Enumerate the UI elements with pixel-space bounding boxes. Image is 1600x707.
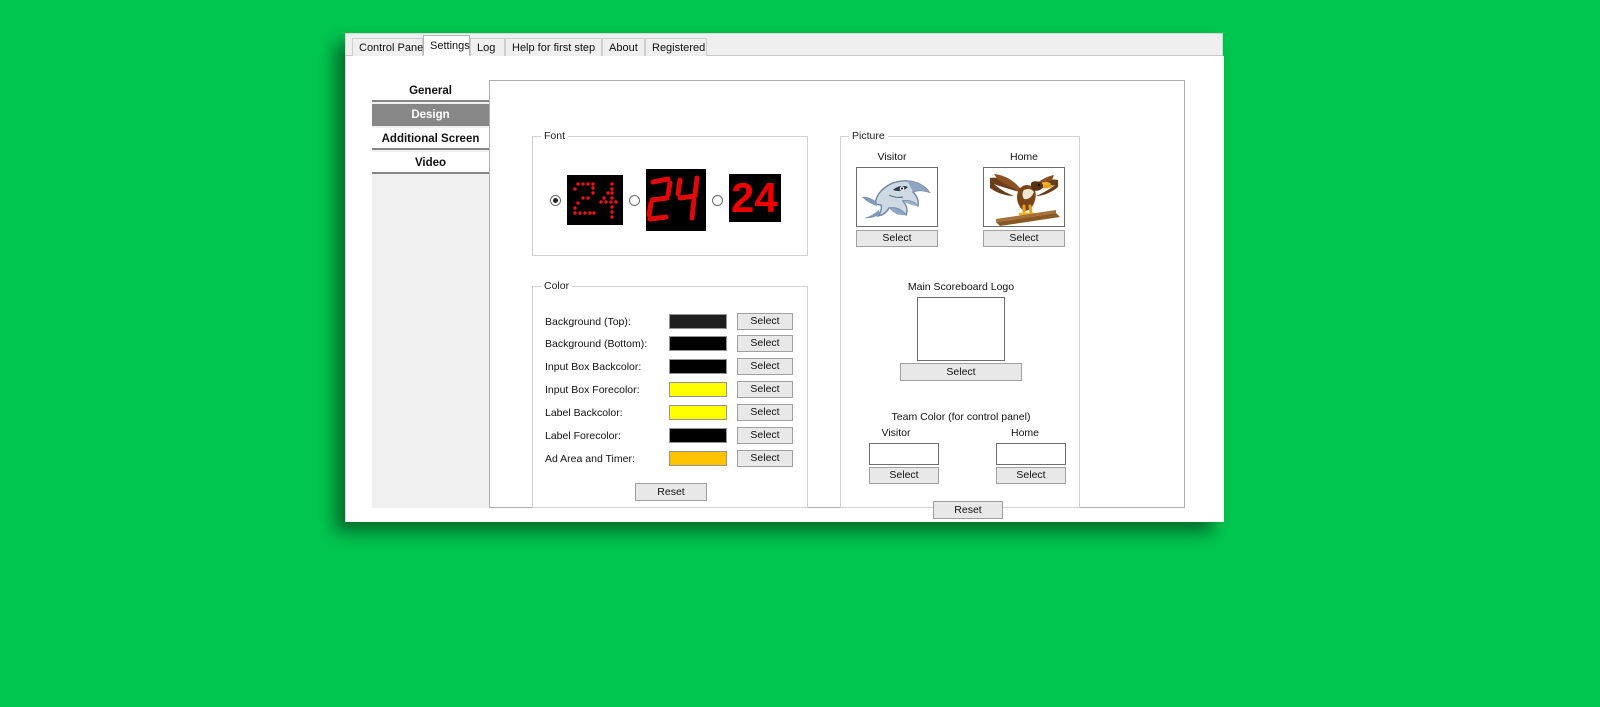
- plain-24-glyph: 24: [731, 176, 778, 220]
- picture-group-label: Picture: [849, 130, 888, 142]
- tab-registered[interactable]: Registered: [645, 38, 707, 56]
- color-swatch-background-top[interactable]: [669, 314, 727, 329]
- settings-sidebar: General Design Additional Screen Video: [372, 80, 489, 508]
- main-scoreboard-logo-select-button[interactable]: Select: [900, 363, 1022, 381]
- color-label: Label Forecolor:: [545, 427, 621, 445]
- color-swatch-ad-area-and-timer[interactable]: [669, 451, 727, 466]
- tab-log[interactable]: Log: [470, 38, 505, 56]
- home-picture-box[interactable]: [983, 167, 1065, 227]
- color-swatch-label-forecolor[interactable]: [669, 428, 727, 443]
- color-swatch-input-box-backcolor[interactable]: [669, 359, 727, 374]
- team-color-visitor-swatch[interactable]: [869, 443, 939, 465]
- color-label: Label Backcolor:: [545, 404, 623, 422]
- font-option-plain-radio[interactable]: [712, 195, 723, 206]
- font-option-dot-matrix-radio[interactable]: [550, 195, 561, 206]
- app-window: Control Panel Settings Log Help for firs…: [345, 33, 1223, 522]
- tab-bar: Control Panel Settings Log Help for firs…: [346, 34, 1222, 56]
- tab-about[interactable]: About: [602, 38, 645, 56]
- color-row-ad-area-and-timer: Ad Area and Timer: Select: [545, 450, 797, 468]
- color-label: Input Box Forecolor:: [545, 381, 640, 399]
- select-button-background-bottom[interactable]: Select: [737, 335, 793, 352]
- home-picture-select-button[interactable]: Select: [983, 230, 1065, 247]
- visitor-picture-caption: Visitor: [851, 151, 933, 163]
- team-color-home-swatch[interactable]: [996, 443, 1066, 465]
- select-button-label-backcolor[interactable]: Select: [737, 404, 793, 421]
- color-swatch-background-bottom[interactable]: [669, 336, 727, 351]
- font-group: Font: [532, 136, 808, 256]
- picture-group: Picture Visitor: [840, 136, 1080, 508]
- color-swatch-label-backcolor[interactable]: [669, 405, 727, 420]
- color-group: Color Background (Top): Select Backgroun…: [532, 286, 808, 508]
- tab-help-for-first-step[interactable]: Help for first step: [505, 38, 602, 56]
- select-button-ad-area-and-timer[interactable]: Select: [737, 450, 793, 467]
- font-group-label: Font: [541, 130, 568, 142]
- color-row-label-forecolor: Label Forecolor: Select: [545, 427, 797, 445]
- select-button-input-box-backcolor[interactable]: Select: [737, 358, 793, 375]
- eagle-logo-icon: [984, 168, 1064, 226]
- main-scoreboard-logo-box[interactable]: [917, 297, 1005, 361]
- color-label: Background (Top):: [545, 313, 631, 331]
- visitor-picture-select-button[interactable]: Select: [856, 230, 938, 247]
- color-row-input-box-forecolor: Input Box Forecolor: Select: [545, 381, 797, 399]
- color-label: Input Box Backcolor:: [545, 358, 641, 376]
- sidebar-item-design[interactable]: Design: [372, 104, 489, 126]
- font-preview-plain[interactable]: 24: [729, 174, 781, 222]
- sidebar-item-additional-screen[interactable]: Additional Screen: [372, 128, 489, 150]
- dot-matrix-24-glyph: [567, 175, 623, 225]
- team-color-home-select-button[interactable]: Select: [996, 467, 1066, 484]
- color-reset-button[interactable]: Reset: [635, 483, 707, 501]
- visitor-picture-box[interactable]: [856, 167, 938, 227]
- tab-control-panel[interactable]: Control Panel: [352, 38, 423, 56]
- home-picture-caption: Home: [983, 151, 1065, 163]
- main-scoreboard-logo-caption: Main Scoreboard Logo: [861, 281, 1061, 293]
- color-row-background-bottom: Background (Bottom): Select: [545, 335, 797, 353]
- color-row-label-backcolor: Label Backcolor: Select: [545, 404, 797, 422]
- color-label: Background (Bottom):: [545, 335, 647, 353]
- team-color-visitor-caption: Visitor: [861, 427, 931, 439]
- sidebar-item-video[interactable]: Video: [372, 152, 489, 174]
- desktop: Control Panel Settings Log Help for firs…: [0, 0, 1600, 707]
- team-color-caption: Team Color (for control panel): [855, 411, 1067, 423]
- seven-segment-24-glyph: [646, 169, 706, 231]
- sidebar-item-general[interactable]: General: [372, 80, 489, 102]
- select-button-input-box-forecolor[interactable]: Select: [737, 381, 793, 398]
- picture-reset-button[interactable]: Reset: [933, 501, 1003, 519]
- design-panel: Font: [489, 80, 1185, 508]
- team-color-home-caption: Home: [990, 427, 1060, 439]
- color-swatch-input-box-forecolor[interactable]: [669, 382, 727, 397]
- color-row-background-top: Background (Top): Select: [545, 313, 797, 331]
- team-color-visitor-select-button[interactable]: Select: [869, 467, 939, 484]
- select-button-background-top[interactable]: Select: [737, 313, 793, 330]
- font-option-seven-segment-radio[interactable]: [629, 195, 640, 206]
- font-preview-dot-matrix[interactable]: [567, 175, 623, 225]
- font-preview-seven-segment[interactable]: [646, 169, 706, 231]
- settings-body: General Design Additional Screen Video F…: [346, 56, 1224, 522]
- shark-logo-icon: [857, 168, 937, 226]
- color-row-input-box-backcolor: Input Box Backcolor: Select: [545, 358, 797, 376]
- color-group-label: Color: [541, 280, 572, 292]
- color-label: Ad Area and Timer:: [545, 450, 635, 468]
- tab-settings[interactable]: Settings: [423, 35, 470, 56]
- select-button-label-forecolor[interactable]: Select: [737, 427, 793, 444]
